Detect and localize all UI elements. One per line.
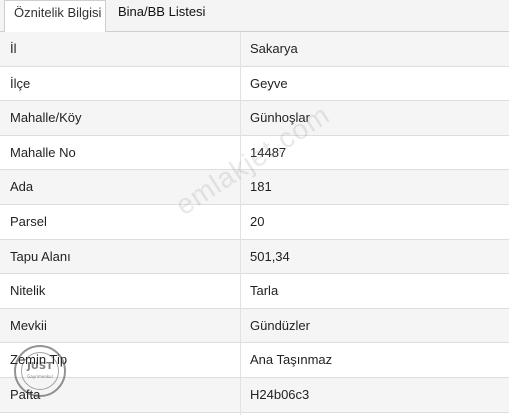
row-value: Geyve (250, 75, 288, 91)
table-row: İlçe Geyve (0, 66, 509, 102)
row-label: Nitelik (10, 283, 46, 299)
table-row: Mahalle No 14487 (0, 135, 509, 171)
table-row: Ada 181 (0, 170, 509, 205)
row-value: Sakarya (250, 41, 298, 56)
row-value: Ana Taşınmaz (250, 352, 333, 368)
row-label: Mahalle/Köy (10, 110, 82, 126)
row-label: Ada (10, 179, 34, 195)
row-value: 14487 (250, 144, 287, 160)
row-value: 501,34 (250, 248, 290, 264)
row-value: H24b06c3 (250, 386, 310, 402)
row-label: Pafta (10, 386, 41, 402)
tab-bar: Öznitelik Bilgisi Bina/BB Listesi (0, 0, 509, 32)
row-label: Mevkii (10, 317, 47, 333)
row-value: Tarla (250, 283, 279, 299)
table-row: İl Sakarya (0, 32, 509, 67)
attribute-table: İl Sakarya İlçe Geyve Mahalle/Köy Günhoş… (0, 32, 509, 413)
row-label: İl (10, 41, 17, 56)
row-label: Mahalle No (10, 144, 76, 160)
row-label: İlçe (10, 75, 31, 91)
table-row: Tapu Alanı 501,34 (0, 239, 509, 275)
table-row: Nitelik Tarla (0, 274, 509, 309)
table-row: Pafta H24b06c3 (0, 377, 509, 413)
table-row: Mevkii Gündüzler (0, 308, 509, 344)
row-value: Gündüzler (250, 317, 310, 333)
table-row: Parsel 20 (0, 204, 509, 240)
row-value: Günhoşlar (250, 110, 310, 126)
row-label: Zemin Tip (10, 352, 68, 368)
row-label: Parsel (10, 213, 47, 229)
row-value: 20 (250, 213, 265, 229)
column-divider (240, 32, 241, 415)
row-value: 181 (250, 179, 272, 195)
table-row: Zemin Tip Ana Taşınmaz (0, 343, 509, 378)
tab-oznitelik-bilgisi[interactable]: Öznitelik Bilgisi (4, 0, 106, 32)
tab-bina-bb-listesi[interactable]: Bina/BB Listesi (118, 0, 205, 31)
table-row: Mahalle/Köy Günhoşlar (0, 101, 509, 136)
row-label: Tapu Alanı (10, 248, 71, 264)
